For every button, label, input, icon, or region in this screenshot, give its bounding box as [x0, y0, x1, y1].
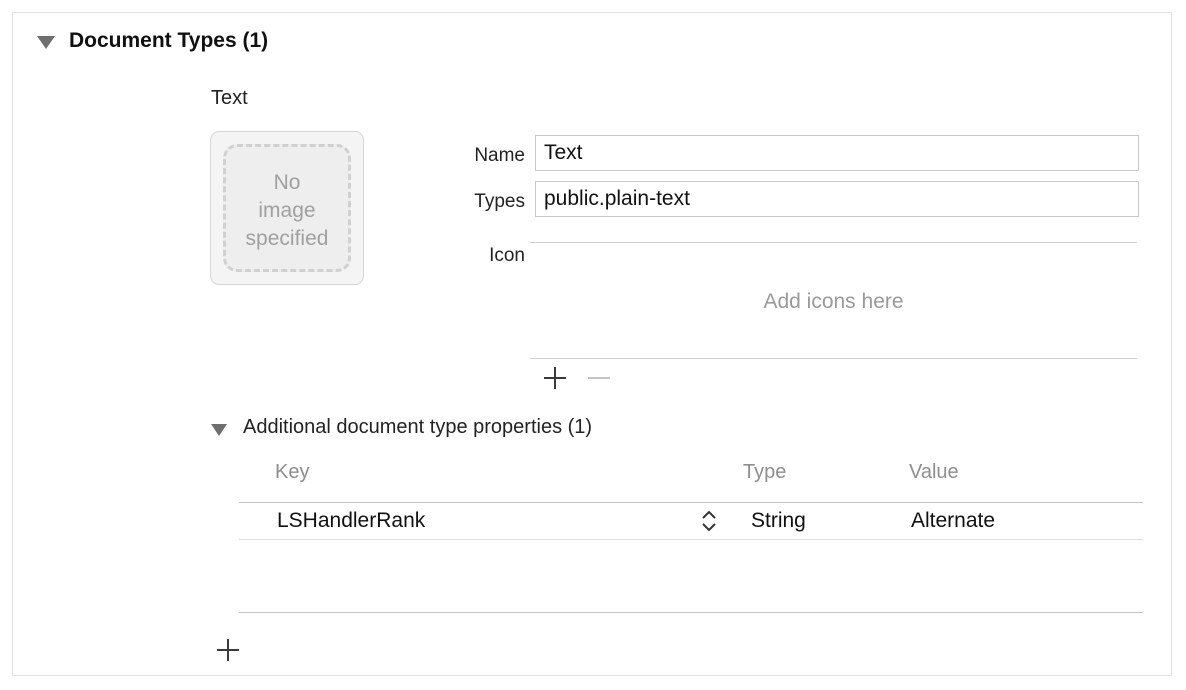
icon-area-bottom-border [530, 358, 1137, 359]
add-icon-plus-icon[interactable] [542, 365, 568, 391]
no-image-line-1: No [273, 171, 301, 194]
table-bottom-border [239, 612, 1143, 613]
row-value[interactable]: Alternate [911, 509, 995, 533]
document-type-title: Text [211, 87, 248, 109]
icon-drop-area[interactable]: Add icons here [530, 245, 1137, 358]
icon-label: Icon [489, 245, 525, 266]
column-header-type[interactable]: Type [743, 461, 786, 484]
table-row-divider [239, 539, 1143, 540]
document-types-panel: Document Types (1) Text No image specifi… [12, 12, 1172, 676]
add-property-plus-icon[interactable] [215, 637, 241, 663]
no-image-line-2: image [258, 199, 316, 222]
row-type[interactable]: String [751, 509, 806, 533]
add-icons-placeholder: Add icons here [763, 290, 904, 313]
column-header-key[interactable]: Key [275, 461, 309, 484]
additional-properties-disclosure-icon[interactable] [211, 424, 227, 436]
name-field[interactable]: Text [535, 135, 1139, 171]
section-title: Document Types (1) [69, 29, 269, 52]
additional-properties-title: Additional document type properties (1) [243, 416, 593, 438]
section-disclosure-icon[interactable] [37, 36, 55, 49]
icon-area-top-border [530, 242, 1137, 243]
table-row[interactable]: LSHandlerRank String Alternate [239, 503, 1143, 539]
up-down-chevron-icon[interactable] [699, 507, 719, 535]
types-field[interactable]: public.plain-text [535, 181, 1139, 217]
row-key[interactable]: LSHandlerRank [277, 509, 425, 533]
no-image-line-3: specified [245, 227, 329, 250]
column-header-value[interactable]: Value [909, 461, 959, 484]
remove-icon-minus-icon[interactable] [586, 365, 612, 391]
image-placeholder-frame: No image specified [223, 144, 351, 272]
image-well[interactable]: No image specified [210, 131, 364, 285]
no-image-text: No image specified [226, 169, 348, 253]
name-label: Name [474, 145, 525, 166]
types-label: Types [474, 191, 525, 212]
